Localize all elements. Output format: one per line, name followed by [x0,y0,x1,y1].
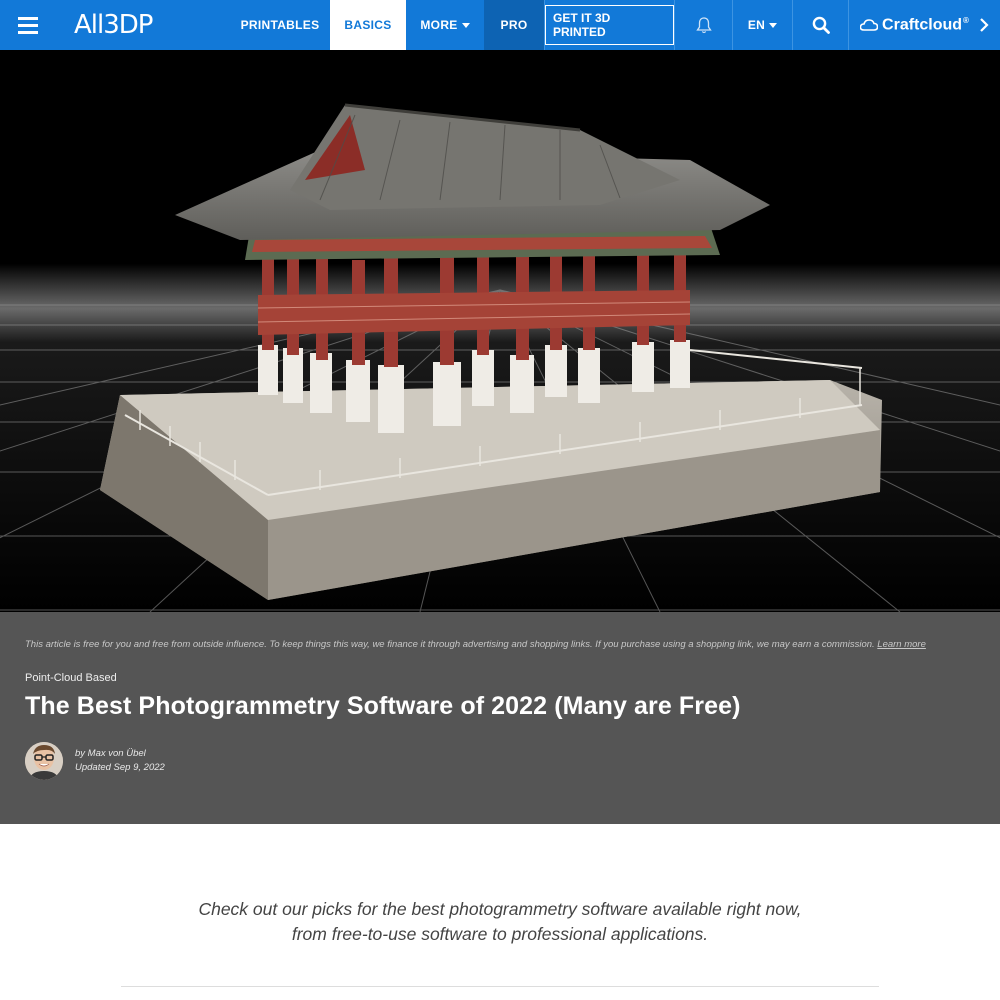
craftcloud-logo-icon [860,19,879,31]
intro-line-2: from free-to-use software to professiona… [291,924,709,944]
notifications-button[interactable] [674,0,732,50]
language-selector[interactable]: EN [732,0,792,50]
article-title: The Best Photogrammetry Software of 2022… [25,692,741,720]
menu-icon [18,16,38,34]
intro-line-1: Check out our picks for the best photogr… [198,899,802,919]
caret-down-icon [769,22,778,28]
nav-more-label: MORE [420,18,458,32]
search-icon [812,16,830,34]
author-photo [25,742,63,780]
craftcloud-link[interactable]: Craftcloud® [848,0,1000,50]
article-category[interactable]: Point-Cloud Based [25,672,117,684]
chevron-right-icon [980,18,989,32]
language-label: EN [747,18,766,32]
menu-button[interactable] [0,0,56,50]
nav-basics[interactable]: BASICS [330,0,406,50]
author-info: by Max von Übel Updated Sep 9, 2022 [25,742,165,780]
site-logo[interactable]: All3DP [56,0,230,50]
author-meta: by Max von Übel Updated Sep 9, 2022 [75,747,165,775]
get-it-3d-printed-button[interactable]: GET IT 3D PRINTED [545,5,674,45]
nav-printables[interactable]: PRINTABLES [230,0,330,50]
learn-more-link[interactable]: Learn more [877,639,926,650]
affiliate-disclaimer: This article is free for you and free fr… [25,639,926,650]
updated-date: Updated Sep 9, 2022 [75,762,165,773]
disclaimer-text: This article is free for you and free fr… [25,639,875,650]
hero-image [0,50,1000,612]
nav-pro[interactable]: PRO [484,0,544,50]
top-nav: All3DP PRINTABLES BASICS MORE PRO GET IT… [0,0,1000,50]
article-intro: Check out our picks for the best photogr… [120,897,880,947]
bell-icon [695,16,712,33]
section-divider [121,986,879,987]
nav-more[interactable]: MORE [406,0,484,50]
caret-down-icon [461,22,470,28]
author-name[interactable]: by Max von Übel [75,747,165,761]
search-button[interactable] [792,0,848,50]
pavilion-render-illustration [0,50,1000,612]
article-header: This article is free for you and free fr… [0,612,1000,824]
craftcloud-label: Craftcloud® [882,15,969,34]
nav-cta-container: GET IT 3D PRINTED [544,0,674,50]
avatar[interactable] [25,742,63,780]
